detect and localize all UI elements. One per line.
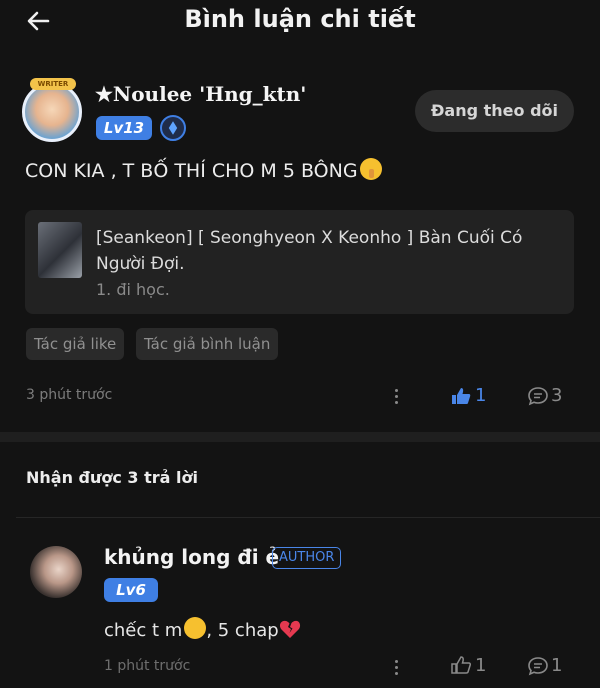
reply-text-part1: chếc t m [104, 620, 183, 641]
more-options-icon[interactable] [395, 389, 399, 407]
divider-line [16, 517, 600, 518]
like-icon[interactable] [451, 387, 471, 405]
crying-face-icon [184, 617, 207, 639]
story-title: [Seankeon] [ Seonghyeon X Keonho ] Bàn C… [96, 228, 523, 274]
reply-like-count: 1 [475, 655, 487, 676]
comment-text-body: CON KIA , T BỐ THÍ CHO M 5 BÔNG [25, 160, 358, 182]
section-divider [0, 432, 600, 442]
story-cover-image [38, 222, 82, 278]
top-bar: Bình luận chi tiết [0, 0, 600, 46]
shushing-face-icon [359, 158, 382, 180]
reply-avatar[interactable] [30, 546, 82, 598]
page-title: Bình luận chi tiết [184, 5, 416, 33]
author-commented-tag: Tác giả bình luận [136, 328, 279, 360]
author-badge: AUTHOR [272, 547, 342, 569]
reply-like-icon[interactable] [451, 656, 471, 674]
story-chapter: 1. đi học. [96, 280, 170, 299]
comment-text: CON KIA , T BỐ THÍ CHO M 5 BÔNG [25, 158, 382, 182]
broken-heart-icon [279, 620, 300, 638]
reply-comment-count: 1 [551, 655, 563, 676]
comment-count: 3 [551, 385, 563, 406]
reply-text: chếc t m , 5 chap [104, 617, 301, 641]
following-button[interactable]: Đang theo dõi [415, 90, 574, 132]
level-badge: Lv13 [96, 116, 152, 140]
replies-heading: Nhận được 3 trả lời [26, 468, 198, 487]
comment-icon[interactable] [527, 386, 549, 406]
author-liked-tag: Tác giả like [26, 328, 125, 360]
user-avatar[interactable] [22, 82, 82, 142]
reply-level-badge: Lv6 [104, 578, 158, 602]
username[interactable]: ★Noulee 'Hng_ktn' [95, 82, 306, 106]
reply-more-options-icon[interactable] [395, 660, 399, 678]
reply-time: 1 phút trước [104, 658, 191, 674]
diamond-icon [160, 115, 186, 141]
like-count: 1 [475, 385, 487, 406]
reply-username[interactable]: khủng long đi ẻ [104, 545, 279, 569]
writer-badge: WRITER [30, 78, 76, 90]
reply-text-part2: , 5 chap [206, 620, 279, 641]
reply-comment-icon[interactable] [527, 656, 549, 676]
post-time: 3 phút trước [26, 387, 113, 403]
